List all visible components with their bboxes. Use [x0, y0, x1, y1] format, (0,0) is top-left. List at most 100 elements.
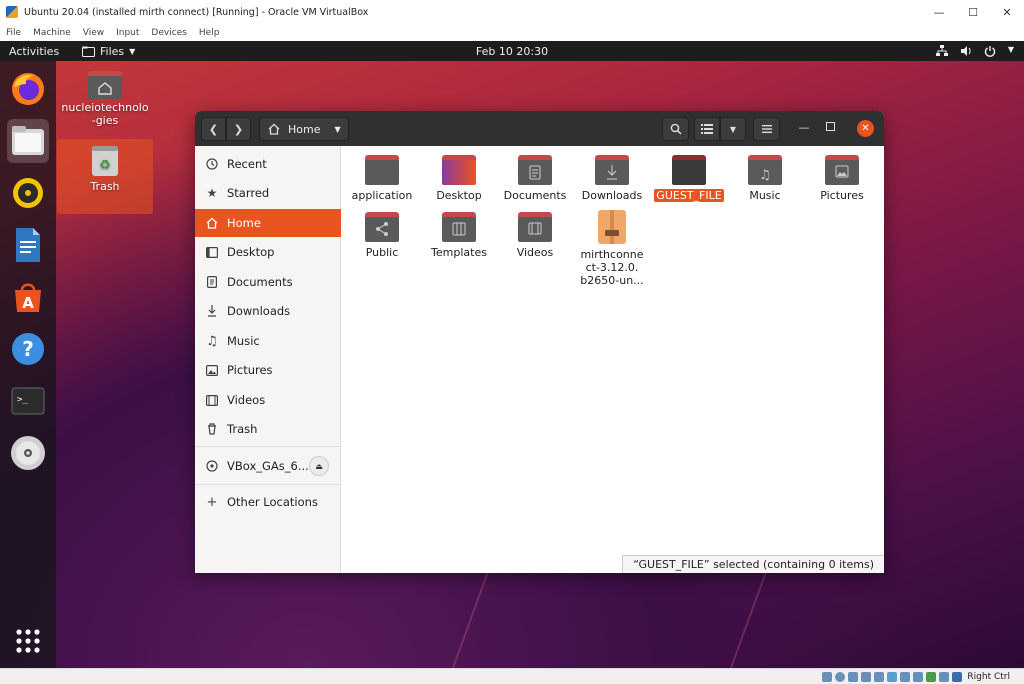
desktop-icon-home[interactable]: nucleiotechnolo-gies [57, 69, 153, 137]
chevron-right-icon: ❯ [233, 122, 244, 136]
hard-disk-icon[interactable] [822, 671, 833, 682]
file-item-downloads[interactable]: Downloads [574, 154, 650, 202]
file-item-application[interactable]: application [344, 154, 420, 202]
dock-rhythmbox[interactable] [7, 171, 49, 215]
usb-icon[interactable] [874, 671, 885, 682]
menu-help[interactable]: Help [193, 28, 226, 38]
firefox-icon [12, 73, 44, 105]
menu-view[interactable]: View [77, 28, 110, 38]
trash-icon [205, 423, 219, 435]
svg-text:>_: >_ [17, 395, 28, 405]
desktop-icon-label: nucleiotechnolo-gies [61, 101, 149, 127]
forward-button[interactable]: ❯ [226, 117, 251, 141]
star-icon: ★ [206, 186, 218, 200]
hamburger-menu-icon [761, 125, 772, 133]
dock-optical-disc[interactable] [7, 431, 49, 475]
path-bar-home[interactable]: Home ▼ [259, 117, 349, 141]
window-minimize-button[interactable]: — [795, 121, 813, 137]
plus-icon: + [206, 494, 218, 510]
app-menu-files[interactable]: Files ▼ [82, 45, 135, 58]
file-item-documents[interactable]: Documents [497, 154, 573, 202]
file-item-videos[interactable]: Videos [497, 211, 573, 259]
menu-button[interactable] [753, 117, 780, 141]
sidebar-item-desktop[interactable]: Desktop [195, 238, 341, 266]
menu-file[interactable]: File [0, 28, 27, 38]
network-adapter-icon[interactable] [861, 671, 872, 682]
close-button[interactable]: ✕ [990, 0, 1024, 24]
desktop-icon [205, 246, 219, 258]
shared-folders-icon[interactable] [887, 671, 898, 682]
sidebar-item-vbox-gas[interactable]: VBox_GAs_6.... ⏏ [195, 452, 341, 480]
keyboard-icon[interactable] [952, 671, 963, 682]
guest-screen: Activities Files ▼ Feb 10 20:30 ▼ A ? >_… [0, 41, 1024, 668]
dock-firefox[interactable] [7, 67, 49, 111]
file-item-guest-file[interactable]: GUEST_FILE [651, 154, 727, 202]
file-label: application [351, 189, 413, 202]
dock-terminal[interactable]: >_ [7, 379, 49, 423]
optical-disc-icon [11, 436, 45, 470]
recording-icon[interactable] [913, 671, 924, 682]
display-icon[interactable] [900, 671, 911, 682]
cpu-icon[interactable] [926, 671, 937, 682]
sidebar-item-downloads[interactable]: Downloads [195, 297, 341, 325]
window-close-button[interactable]: ✕ [857, 120, 874, 137]
home-folder-icon [88, 71, 122, 99]
eject-button[interactable]: ⏏ [309, 456, 329, 476]
window-title: Ubuntu 20.04 (installed mirth connect) [… [24, 6, 369, 18]
trash-icon: ♻ [92, 146, 118, 176]
sidebar-item-documents[interactable]: Documents [195, 268, 341, 296]
disc-icon [205, 460, 219, 472]
file-label-line-2: ct-3.12.0. [585, 261, 639, 274]
sidebar-item-recent[interactable]: Recent [195, 150, 341, 178]
download-icon [205, 305, 219, 317]
mouse-integration-icon[interactable] [939, 671, 950, 682]
sidebar-item-other-locations[interactable]: + Other Locations [195, 488, 341, 516]
view-options-button[interactable]: ▼ [720, 117, 746, 141]
dock-writer[interactable] [7, 223, 49, 267]
system-tray[interactable]: ▼ [935, 45, 1014, 57]
svg-text:♫: ♫ [759, 168, 771, 183]
desktop-icon-label: Trash [90, 180, 120, 193]
menu-machine[interactable]: Machine [27, 28, 77, 38]
sidebar-item-home[interactable]: Home [195, 209, 341, 237]
dock-help[interactable]: ? [7, 327, 49, 371]
sidebar-item-label: Recent [227, 157, 267, 171]
files-icon [12, 126, 44, 155]
file-item-desktop[interactable]: Desktop [421, 154, 497, 202]
file-item-pictures[interactable]: Pictures [804, 154, 880, 202]
minimize-button[interactable]: — [922, 0, 956, 24]
sidebar-item-music[interactable]: ♫ Music [195, 327, 341, 355]
clock[interactable]: Feb 10 20:30 [476, 45, 548, 58]
file-view[interactable]: application Desktop Documents Downloads … [341, 146, 884, 573]
audio-icon[interactable] [848, 671, 859, 682]
search-button[interactable] [662, 117, 689, 141]
help-icon: ? [12, 333, 44, 365]
view-list-button[interactable] [694, 117, 720, 141]
dock-files[interactable] [7, 119, 49, 163]
file-item-templates[interactable]: Templates [421, 211, 497, 259]
back-button[interactable]: ❮ [201, 117, 226, 141]
maximize-button[interactable]: ☐ [956, 0, 990, 24]
vbox-menubar: File Machine View Input Devices Help [0, 24, 1024, 41]
window-maximize-button[interactable] [826, 122, 835, 131]
sidebar-item-trash[interactable]: Trash [195, 415, 341, 443]
archive-icon [598, 210, 626, 244]
menu-devices[interactable]: Devices [145, 28, 192, 38]
sidebar-item-videos[interactable]: Videos [195, 386, 341, 414]
music-icon: ♫ [206, 333, 218, 349]
show-applications-button[interactable] [7, 619, 49, 663]
home-icon [268, 123, 280, 135]
optical-drive-icon[interactable] [835, 671, 846, 682]
menu-input[interactable]: Input [110, 28, 145, 38]
activities-button[interactable]: Activities [0, 45, 72, 58]
file-item-public[interactable]: Public [344, 211, 420, 259]
file-item-music[interactable]: ♫ Music [727, 154, 803, 202]
sidebar-item-pictures[interactable]: Pictures [195, 356, 341, 384]
dock-ubuntu-software[interactable]: A [7, 275, 49, 319]
gnome-topbar: Activities Files ▼ Feb 10 20:30 ▼ [0, 41, 1024, 61]
desktop-icon-trash[interactable]: ♻ Trash [57, 139, 153, 214]
files-window: ❮ ❯ Home ▼ ▼ — ✕ Recent ★ Starred Home D… [195, 111, 884, 573]
path-label: Home [288, 122, 321, 136]
file-item-mirthconnect[interactable]: mirthconne ct-3.12.0. b2650-un... [574, 209, 650, 287]
sidebar-item-starred[interactable]: ★ Starred [195, 179, 341, 207]
